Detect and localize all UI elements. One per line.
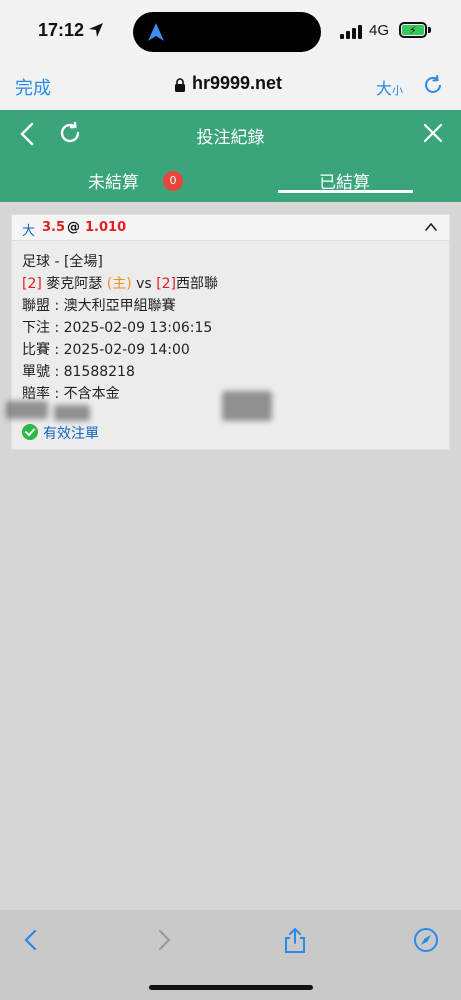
bet-teams: [2] 麥克阿瑟 (主) vs [2]西部聯 [22, 273, 218, 293]
vs-label: vs [136, 276, 152, 292]
bet-time: 下注 : 2025-02-09 13:06:15 [22, 320, 213, 336]
redaction-mark [222, 391, 272, 421]
bet-list: 大 3.5 @ 1.010 足球 - [全場] [2] 麥克阿瑟 (主) vs … [0, 202, 461, 910]
home-tag: (主) [106, 276, 132, 292]
bet-type: 大 [22, 224, 36, 239]
bet-card: 大 3.5 @ 1.010 足球 - [全場] [2] 麥克阿瑟 (主) vs … [6, 214, 450, 450]
close-icon[interactable] [422, 122, 444, 144]
away-rank: [2] [156, 276, 177, 292]
redaction-mark [54, 405, 90, 421]
battery-tip [428, 27, 431, 33]
text-size-small: 小 [392, 84, 404, 97]
check-circle-icon [22, 424, 38, 440]
home-team: 麥克阿瑟 [46, 276, 103, 292]
bet-at: @ [67, 220, 80, 235]
bet-odds: 1.010 [85, 220, 127, 235]
page-title: 投注紀錄 [196, 128, 265, 148]
compass-icon[interactable] [413, 927, 439, 953]
bet-status-label: 有效注單 [43, 426, 99, 442]
share-icon[interactable] [282, 927, 308, 953]
match-time: 比賽 : 2025-02-09 14:00 [22, 342, 190, 358]
tab-unsettled[interactable]: 未結算 [88, 168, 139, 193]
chevron-up-icon[interactable] [424, 221, 438, 233]
signal-icon [340, 25, 362, 39]
browser-toolbar [0, 910, 461, 1000]
away-team: 西部聯 [176, 276, 219, 292]
network-type: 4G [369, 22, 390, 39]
dynamic-island [133, 12, 321, 52]
active-tab-indicator [278, 190, 413, 193]
forward-icon[interactable] [151, 927, 177, 953]
home-rank: [2] [22, 276, 42, 292]
unsettled-count-badge: 0 [163, 171, 183, 191]
bet-card-header[interactable]: 大 3.5 @ 1.010 [12, 215, 449, 241]
navigation-arrow-icon [148, 23, 164, 41]
tab-bar: 未結算 0 已結算 [0, 158, 461, 202]
lock-icon [175, 78, 185, 92]
url-text[interactable]: hr9999.net [192, 73, 282, 94]
bet-league: 聯盟 : 澳大利亞甲組聯賽 [22, 298, 176, 314]
text-size-large: 大 [376, 79, 393, 98]
browser-bar: 完成 hr9999.net 大小 [0, 62, 461, 110]
reload-icon[interactable] [422, 74, 444, 96]
back-icon[interactable] [18, 927, 44, 953]
text-size-button[interactable]: 大小 [376, 75, 403, 99]
page-header: 投注紀錄 [0, 110, 461, 158]
battery-icon: ⚡ [399, 22, 427, 38]
location-arrow-icon [89, 23, 103, 37]
done-button[interactable]: 完成 [15, 74, 51, 100]
status-bar: 17:12 4G ⚡ [0, 0, 461, 62]
status-time: 17:12 [38, 20, 85, 40]
odds-note: 賠率 : 不含本金 [22, 386, 120, 402]
ticket-number: 單號 : 81588218 [22, 364, 135, 380]
bet-sport: 足球 - [全場] [22, 254, 103, 270]
redaction-mark [6, 401, 48, 419]
bet-line: 3.5 [42, 220, 66, 235]
home-indicator [149, 985, 313, 990]
